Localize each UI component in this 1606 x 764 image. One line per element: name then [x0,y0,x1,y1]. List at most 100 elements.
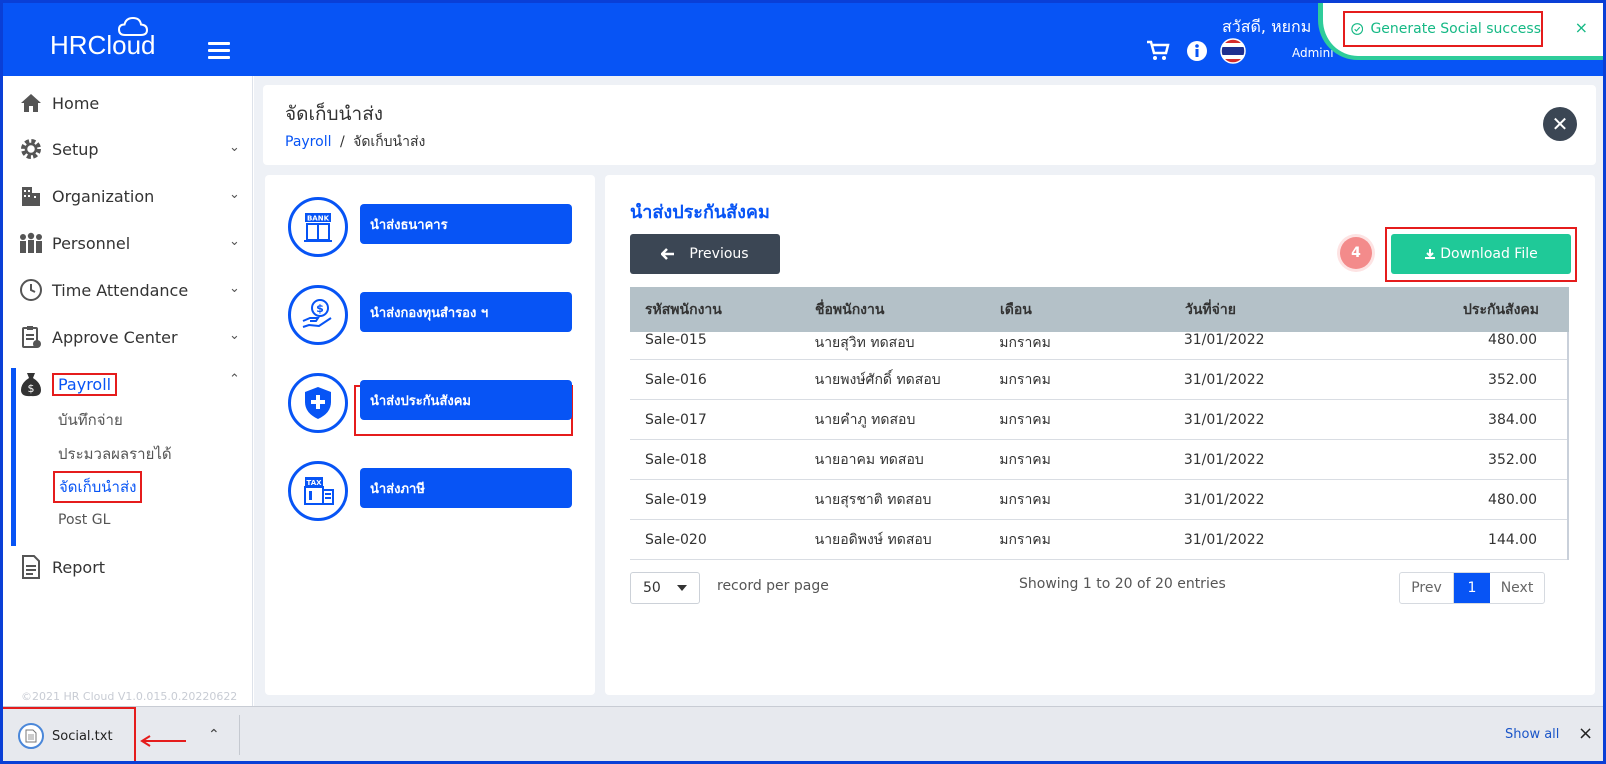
table-cell: 384.00 [1488,411,1538,428]
page-1-button[interactable]: 1 [1454,573,1490,603]
gear-icon [18,136,44,162]
table-cell: นายสุวิท ทดสอบ [814,335,915,351]
table-cell: 31/01/2022 [1183,491,1265,508]
breadcrumb-current: จัดเก็บนำส่ง [353,134,426,150]
show-all-link[interactable]: Show all [1505,727,1559,742]
sidebar-item-payroll[interactable]: $ Payroll [18,369,118,399]
svg-text:BANK: BANK [307,215,330,223]
thai-flag-icon[interactable] [1220,38,1246,64]
sidebar-item-label: Setup [52,139,99,159]
table-cell: มกราคม [999,411,1051,428]
table-cell: นายสุรชาติ ทดสอบ [814,491,932,508]
page-size-value: 50 [643,580,661,596]
sidebar-subitem-payment-record[interactable]: บันทึกจ่าย [58,408,123,432]
sidebar-item-organization[interactable]: Organization [18,181,154,211]
table-row[interactable]: Sale-018 นายอาคม ทดสอบ มกราคม 31/01/2022 352… [630,440,1567,480]
table-row[interactable]: Sale-016 นายพงษ์ศักดิ์ ทดสอบ มกราคม 31/01/2… [630,360,1567,400]
submit-bank-button[interactable]: นำส่งธนาคาร [360,204,572,244]
caret-down-icon [676,585,687,591]
column-header[interactable]: เดือน [1000,299,1185,321]
previous-label: Previous [689,246,749,262]
arrow-left-icon [661,248,675,260]
sidebar-subitem-submission[interactable]: จัดเก็บนำส่ง [53,471,143,503]
sidebar-item-label: Payroll [52,372,118,396]
sidebar-item-personnel[interactable]: Personnel [18,228,130,258]
column-header[interactable]: ประกันสังคม [1405,299,1569,321]
sidebar-item-setup[interactable]: Setup [18,134,99,164]
sidebar-item-time-attendance[interactable]: Time Attendance [18,275,188,305]
download-label: Download File [1440,246,1538,262]
chevron-up-icon[interactable]: ⌃ [229,372,240,387]
table-cell: 352.00 [1488,371,1538,388]
page-header: จัดเก็บนำส่ง Payroll / จัดเก็บนำส่ง ✕ [263,85,1596,165]
table-row[interactable]: Sale-017 นายคำภู ทดสอบ มกราคม 31/01/2022 384… [630,400,1567,440]
column-header[interactable]: รหัสพนักงาน [630,299,815,321]
page-size-select[interactable]: 50 [630,572,700,604]
sidebar-item-label: Organization [52,186,155,206]
sidebar-item-label: Report [52,557,106,577]
download-item[interactable]: Social.txt [18,723,113,749]
table-cell: 31/01/2022 [1183,531,1265,548]
submit-tax-button[interactable]: นำส่งภาษี [360,468,572,508]
close-download-bar-icon[interactable]: × [1578,723,1593,744]
menu-toggle-icon[interactable] [208,42,230,60]
download-file-button[interactable]: Download File [1391,234,1571,274]
table-cell: 31/01/2022 [1183,411,1265,428]
svg-text:$: $ [316,302,324,315]
submit-social-security-button[interactable]: นำส่งประกันสังคม [360,380,572,420]
submission-options-panel: BANK นำส่งธนาคาร $ นำส่งกองทุนสำรอง ฯ นำ… [265,175,595,695]
tax-icon: TAX [288,461,348,521]
toast-close-icon[interactable]: × [1575,18,1588,37]
previous-button[interactable]: Previous [630,234,780,274]
table-cell: Sale-020 [645,531,707,548]
app-logo[interactable]: HRCloud [50,30,156,61]
svg-text:TAX: TAX [306,479,322,487]
sidebar-item-report[interactable]: Report [18,552,105,582]
active-section-indicator [11,368,16,546]
document-icon [18,554,44,580]
prev-page-button[interactable]: Prev [1400,573,1454,603]
chevron-down-icon[interactable]: ⌄ [229,187,240,202]
breadcrumb: Payroll / จัดเก็บนำส่ง [285,131,425,153]
user-role[interactable]: Admini [1292,46,1334,60]
browser-download-bar: Social.txt ⌃ Show all × [0,706,1606,764]
toast-message: Generate Social success [1370,21,1541,37]
table-row[interactable]: Sale-019 นายสุรชาติ ทดสอบ มกราคม 31/01/2022… [630,480,1567,520]
table-cell: Sale-018 [645,451,707,468]
table-body[interactable]: Sale-015 นายสุวิท ทดสอบ มกราคม 31/01/2022 48… [630,332,1569,560]
entries-summary: Showing 1 to 20 of 20 entries [1019,576,1226,592]
chevron-down-icon[interactable]: ⌄ [229,140,240,155]
breadcrumb-link-payroll[interactable]: Payroll [285,134,331,150]
page-title: จัดเก็บนำส่ง [285,103,384,125]
check-circle-icon [1351,23,1364,35]
sidebar-subitem-post-gl[interactable]: Post GL [58,512,110,528]
chevron-down-icon[interactable]: ⌄ [229,234,240,249]
submit-provident-fund-button[interactable]: นำส่งกองทุนสำรอง ฯ [360,292,572,332]
fund-icon: $ [288,285,348,345]
table-cell: นายอดิพงษ์ ทดสอบ [814,531,932,548]
table-row[interactable]: Sale-020 นายอดิพงษ์ ทดสอบ มกราคม 31/01/2022… [630,520,1567,560]
sidebar-subitem-process-income[interactable]: ประมวลผลรายได้ [58,442,172,466]
chevron-up-icon[interactable]: ⌃ [208,727,220,743]
column-header[interactable]: ชื่อพนักงาน [815,299,1000,321]
chevron-down-icon[interactable]: ⌄ [229,281,240,296]
next-page-button[interactable]: Next [1490,573,1544,603]
step-badge: 4 [1340,237,1372,269]
building-icon [18,183,44,209]
close-page-icon[interactable]: ✕ [1543,107,1577,141]
sidebar-item-approve-center[interactable]: Approve Center [18,322,178,352]
people-icon [18,230,44,256]
cart-icon[interactable] [1146,40,1170,62]
sidebar-item-home[interactable]: Home [18,88,99,118]
info-icon[interactable] [1186,40,1208,62]
column-header[interactable]: วันที่จ่าย [1185,299,1405,321]
social-security-panel: นำส่งประกันสังคม Previous 4 Download Fil… [605,175,1595,695]
clock-icon [18,277,44,303]
social-security-table: รหัสพนักงาน ชื่อพนักงาน เดือน วันที่จ่าย… [630,287,1569,560]
download-icon [1425,249,1436,259]
chevron-down-icon[interactable]: ⌄ [229,328,240,343]
social-security-icon [288,373,348,433]
pagination: Prev 1 Next [1399,572,1545,604]
table-row[interactable]: Sale-015 นายสุวิท ทดสอบ มกราคม 31/01/2022 48… [630,332,1567,360]
table-cell: มกราคม [999,451,1051,468]
